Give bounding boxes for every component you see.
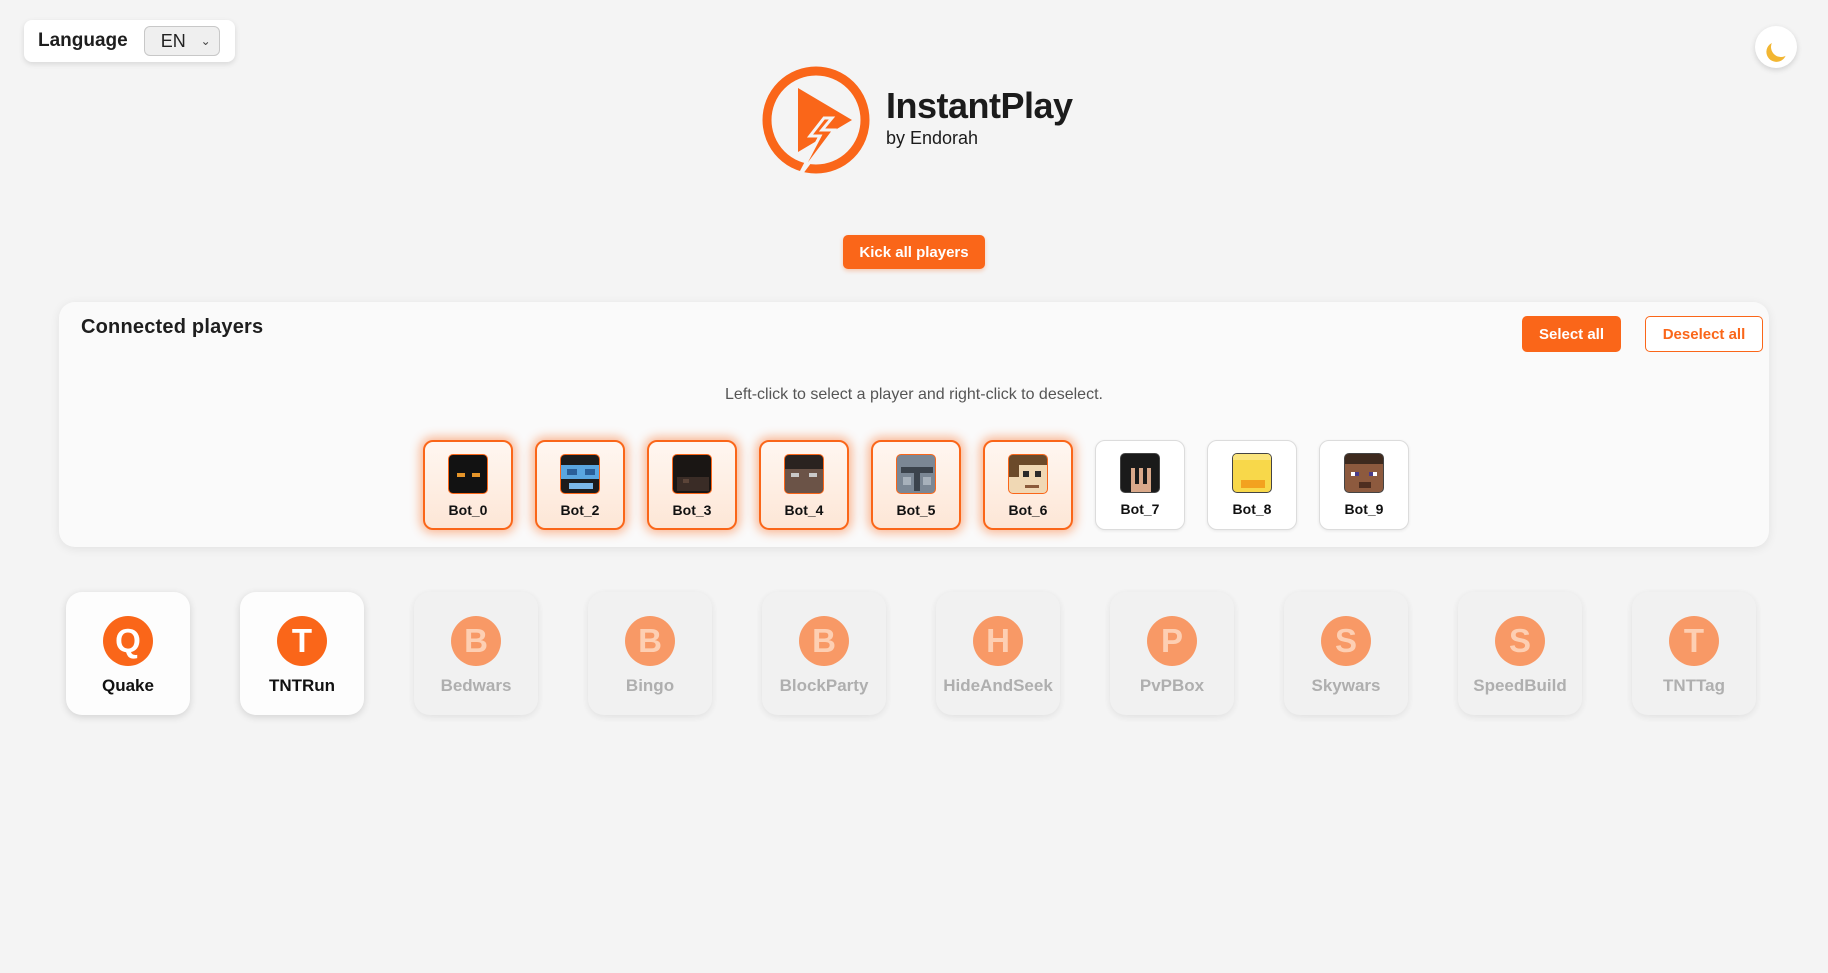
game-letter-badge: B: [799, 616, 849, 666]
game-letter-badge: T: [1669, 616, 1719, 666]
player-name: Bot_4: [784, 502, 824, 518]
language-selector: Language EN ⌄: [24, 20, 235, 62]
game-letter-badge: B: [625, 616, 675, 666]
game-mode-list: Q Quake T TNTRun B Bedwars B Bingo B Blo…: [66, 592, 1756, 715]
player-head-icon: [1232, 453, 1272, 493]
connected-players-panel: Connected players Select all Deselect al…: [59, 302, 1769, 547]
game-name: Skywars: [1311, 676, 1381, 695]
game-name: TNTTag: [1662, 676, 1725, 695]
player-head-icon: [784, 454, 824, 494]
game-card-blockparty[interactable]: B BlockParty: [762, 592, 886, 715]
logo-subtitle: by Endorah: [886, 127, 979, 148]
player-name: Bot_9: [1344, 501, 1384, 517]
game-name: Quake: [102, 676, 154, 695]
player-head-icon: [672, 454, 712, 494]
player-card[interactable]: Bot_7: [1095, 440, 1185, 530]
player-head-icon: [1344, 453, 1384, 493]
chevron-down-icon: ⌄: [200, 34, 211, 48]
logo: InstantPlay by Endorah: [762, 66, 1073, 178]
game-name: TNTRun: [268, 676, 336, 695]
player-card[interactable]: Bot_4: [759, 440, 849, 530]
language-dropdown[interactable]: EN ⌄: [143, 26, 220, 56]
play-bolt-logo-icon: [762, 66, 870, 178]
panel-hint: Left-click to select a player and right-…: [725, 386, 1103, 403]
player-name: Bot_3: [672, 502, 712, 518]
game-card-bingo[interactable]: B Bingo: [588, 592, 712, 715]
game-card-pvpbox[interactable]: P PvPBox: [1110, 592, 1234, 715]
player-name: Bot_6: [1008, 502, 1048, 518]
game-card-tnttag[interactable]: T TNTTag: [1632, 592, 1756, 715]
deselect-all-button[interactable]: Deselect all: [1645, 316, 1763, 352]
select-all-button[interactable]: Select all: [1522, 316, 1621, 352]
logo-title: InstantPlay: [886, 84, 1073, 126]
game-name: SpeedBuild: [1473, 676, 1567, 695]
player-name: Bot_7: [1120, 501, 1160, 517]
player-head-icon: [1120, 453, 1160, 493]
player-head-icon: [1008, 454, 1048, 494]
game-name: PvPBox: [1139, 676, 1205, 695]
player-name: Bot_0: [448, 502, 488, 518]
game-letter-badge: T: [277, 616, 327, 666]
game-letter-badge: S: [1495, 616, 1545, 666]
game-name: Bedwars: [440, 676, 512, 695]
game-card-hideandseek[interactable]: H HideAndSeek: [936, 592, 1060, 715]
language-value: EN: [160, 30, 186, 51]
game-card-speedbuild[interactable]: S SpeedBuild: [1458, 592, 1582, 715]
player-card[interactable]: Bot_3: [647, 440, 737, 530]
language-label: Language: [38, 30, 128, 51]
player-card[interactable]: Bot_9: [1319, 440, 1409, 530]
player-head-icon: [448, 454, 488, 494]
game-card-skywars[interactable]: S Skywars: [1284, 592, 1408, 715]
game-letter-badge: S: [1321, 616, 1371, 666]
game-card-quake[interactable]: Q Quake: [66, 592, 190, 715]
player-name: Bot_8: [1232, 501, 1272, 517]
game-name: Bingo: [625, 676, 675, 695]
player-name: Bot_5: [896, 502, 936, 518]
player-head-icon: [896, 454, 936, 494]
game-letter-badge: B: [451, 616, 501, 666]
player-card[interactable]: Bot_8: [1207, 440, 1297, 530]
panel-title: Connected players: [81, 316, 264, 338]
game-name: HideAndSeek: [943, 676, 1053, 695]
game-card-bedwars[interactable]: B Bedwars: [414, 592, 538, 715]
moon-icon: [1768, 34, 1794, 60]
player-list: Bot_0 Bot_2 Bot_3 Bot_4 Bot_5 Bot_6 Bot_…: [423, 440, 1409, 530]
kick-all-players-button[interactable]: Kick all players: [843, 235, 985, 269]
game-name: BlockParty: [779, 676, 869, 695]
game-letter-badge: H: [973, 616, 1023, 666]
player-card[interactable]: Bot_0: [423, 440, 513, 530]
game-letter-badge: Q: [103, 616, 153, 666]
player-card[interactable]: Bot_2: [535, 440, 625, 530]
player-name: Bot_2: [560, 502, 600, 518]
game-letter-badge: P: [1147, 616, 1197, 666]
theme-toggle-button[interactable]: [1755, 26, 1797, 68]
player-card[interactable]: Bot_6: [983, 440, 1073, 530]
player-card[interactable]: Bot_5: [871, 440, 961, 530]
player-head-icon: [560, 454, 600, 494]
game-card-tntrun[interactable]: T TNTRun: [240, 592, 364, 715]
